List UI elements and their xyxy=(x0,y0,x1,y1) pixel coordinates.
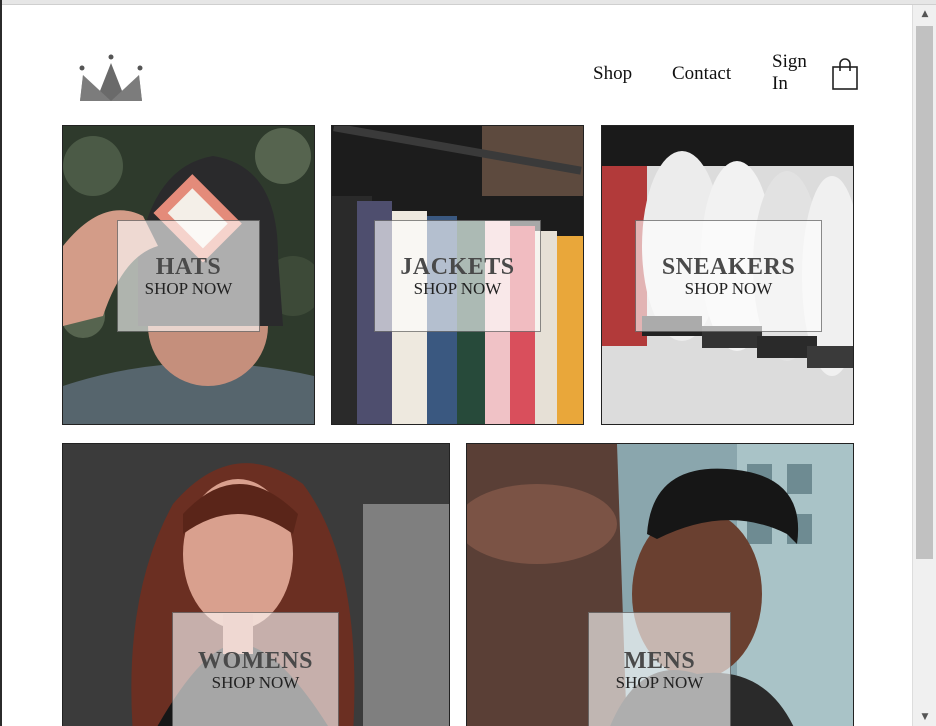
category-title: HATS xyxy=(155,254,222,280)
category-tile-jackets[interactable]: JACKETS SHOP NOW xyxy=(331,125,584,425)
category-title: MENS xyxy=(623,647,696,674)
category-title: SNEAKERS xyxy=(661,254,796,280)
crown-icon[interactable] xyxy=(78,53,144,105)
category-caption-womens: WOMENS SHOP NOW xyxy=(172,612,339,726)
chevron-up-icon[interactable]: ▲ xyxy=(913,5,936,23)
shop-now-link[interactable]: SHOP NOW xyxy=(616,673,704,692)
nav-sign-in-link[interactable]: Sign In xyxy=(772,51,816,95)
nav-contact-link[interactable]: Contact xyxy=(672,63,731,85)
category-tile-womens[interactable]: WOMENS SHOP NOW xyxy=(62,443,450,726)
category-caption-hats: HATS SHOP NOW xyxy=(117,220,260,332)
page: Shop Contact Sign In HATS SHOP NOW JACKE… xyxy=(2,5,912,726)
shop-now-link[interactable]: SHOP NOW xyxy=(212,673,300,692)
category-caption-jackets: JACKETS SHOP NOW xyxy=(374,220,541,332)
category-caption-sneakers: SNEAKERS SHOP NOW xyxy=(635,220,822,332)
shop-now-link[interactable]: SHOP NOW xyxy=(414,280,502,298)
vertical-scrollbar[interactable]: ▲ ▼ xyxy=(912,5,936,726)
category-tile-sneakers[interactable]: SNEAKERS SHOP NOW xyxy=(601,125,854,425)
category-tile-hats[interactable]: HATS SHOP NOW xyxy=(62,125,315,425)
scrollbar-thumb[interactable] xyxy=(916,26,933,559)
category-tile-mens[interactable]: MENS SHOP NOW xyxy=(466,443,854,726)
category-title: WOMENS xyxy=(197,647,313,674)
chevron-down-icon[interactable]: ▼ xyxy=(913,708,936,726)
shop-now-link[interactable]: SHOP NOW xyxy=(685,280,773,298)
shop-now-link[interactable]: SHOP NOW xyxy=(145,280,233,298)
nav-shop-link[interactable]: Shop xyxy=(593,63,632,85)
category-title: JACKETS xyxy=(400,254,515,280)
category-caption-mens: MENS SHOP NOW xyxy=(588,612,731,726)
shopping-bag-icon[interactable] xyxy=(830,57,860,91)
